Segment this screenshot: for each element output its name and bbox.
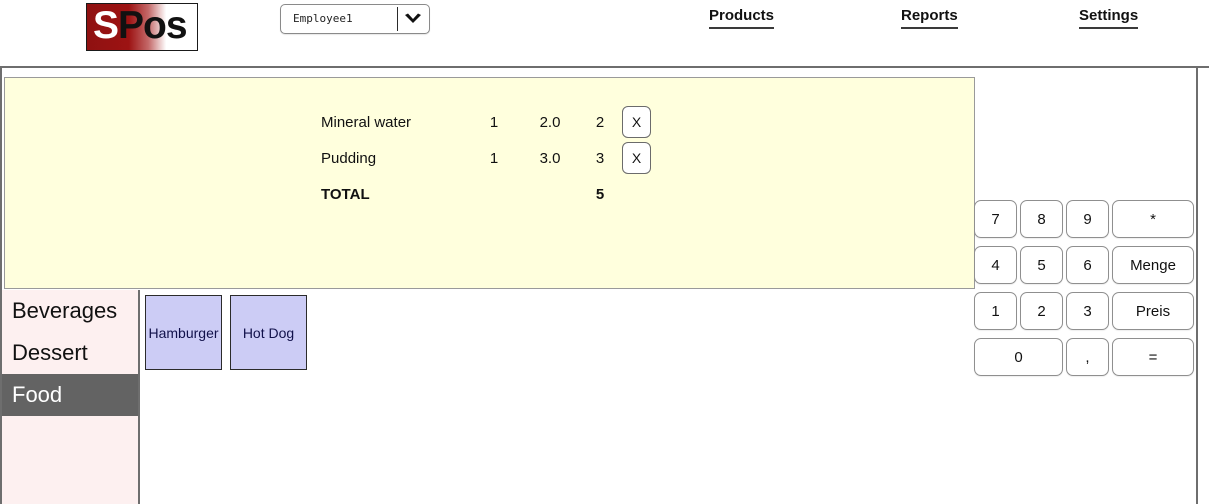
receipt-total-spacer-del [622, 176, 662, 212]
key-0[interactable]: 0 [974, 338, 1063, 376]
key-8[interactable]: 8 [1020, 200, 1063, 238]
receipt-total-spacer-price [522, 176, 578, 212]
receipt-panel: Mineral water 1 2.0 2 X Pudding 1 3.0 3 … [4, 77, 975, 289]
key-1[interactable]: 1 [974, 292, 1017, 330]
nav-reports[interactable]: Reports [901, 7, 958, 29]
employee-select[interactable]: Employee1 [280, 4, 430, 34]
key-equals[interactable]: = [1112, 338, 1194, 376]
receipt-item-sum: 3 [595, 149, 605, 167]
sidebar-item-dessert[interactable]: Dessert [2, 332, 138, 374]
receipt-table: Mineral water 1 2.0 2 X Pudding 1 3.0 3 … [321, 104, 662, 212]
receipt-item-name: Pudding [321, 149, 377, 167]
app-header: SPos Employee1 Products Reports Settings [0, 0, 1209, 68]
employee-select-value: Employee1 [293, 12, 353, 25]
receipt-total-row: TOTAL 5 [321, 176, 662, 212]
delete-item-button[interactable]: X [622, 106, 651, 138]
delete-item-button[interactable]: X [622, 142, 651, 174]
key-asterisk[interactable]: * [1112, 200, 1194, 238]
receipt-total-value: 5 [595, 185, 605, 203]
key-2[interactable]: 2 [1020, 292, 1063, 330]
key-7[interactable]: 7 [974, 200, 1017, 238]
key-5[interactable]: 5 [1020, 246, 1063, 284]
product-button-hot-dog[interactable]: Hot Dog [230, 295, 307, 370]
product-grid: Hamburger Hot Dog [142, 290, 972, 504]
receipt-total-label: TOTAL [321, 185, 370, 203]
app-window: SPos Employee1 Products Reports Settings… [0, 0, 1209, 504]
receipt-item-price: 3.0 [539, 149, 561, 167]
receipt-item-delete-cell: X [622, 140, 662, 176]
employee-select-divider [397, 7, 398, 31]
key-6[interactable]: 6 [1066, 246, 1109, 284]
table-row: Mineral water 1 2.0 2 X [321, 104, 662, 140]
key-9[interactable]: 9 [1066, 200, 1109, 238]
nav-settings[interactable]: Settings [1079, 7, 1139, 29]
numeric-keypad: 7 8 9 * 4 5 6 Menge 1 2 3 Preis 0 , = [974, 200, 1194, 382]
category-sidebar: Beverages Dessert Food [2, 290, 140, 504]
spos-logo: SPos [86, 3, 198, 51]
chevron-down-icon [405, 13, 421, 23]
receipt-item-price: 2.0 [539, 113, 561, 131]
receipt-item-sum: 2 [595, 113, 605, 131]
logo-letter-s: S [93, 4, 119, 47]
receipt-item-delete-cell: X [622, 104, 662, 140]
key-4[interactable]: 4 [974, 246, 1017, 284]
receipt-item-qty: 1 [489, 113, 499, 131]
logo-text: SPos [93, 4, 188, 50]
key-comma[interactable]: , [1066, 338, 1109, 376]
logo-letter-pos: Pos [118, 4, 188, 47]
receipt-item-name: Mineral water [321, 113, 412, 131]
receipt-item-qty: 1 [489, 149, 499, 167]
key-3[interactable]: 3 [1066, 292, 1109, 330]
product-button-hamburger[interactable]: Hamburger [145, 295, 222, 370]
sidebar-item-food[interactable]: Food [2, 374, 138, 416]
key-menge[interactable]: Menge [1112, 246, 1194, 284]
nav-products[interactable]: Products [709, 7, 775, 29]
window-right-border [1196, 0, 1198, 504]
table-row: Pudding 1 3.0 3 X [321, 140, 662, 176]
receipt-total-spacer-qty [466, 176, 522, 212]
sidebar-item-beverages[interactable]: Beverages [2, 290, 138, 332]
key-preis[interactable]: Preis [1112, 292, 1194, 330]
